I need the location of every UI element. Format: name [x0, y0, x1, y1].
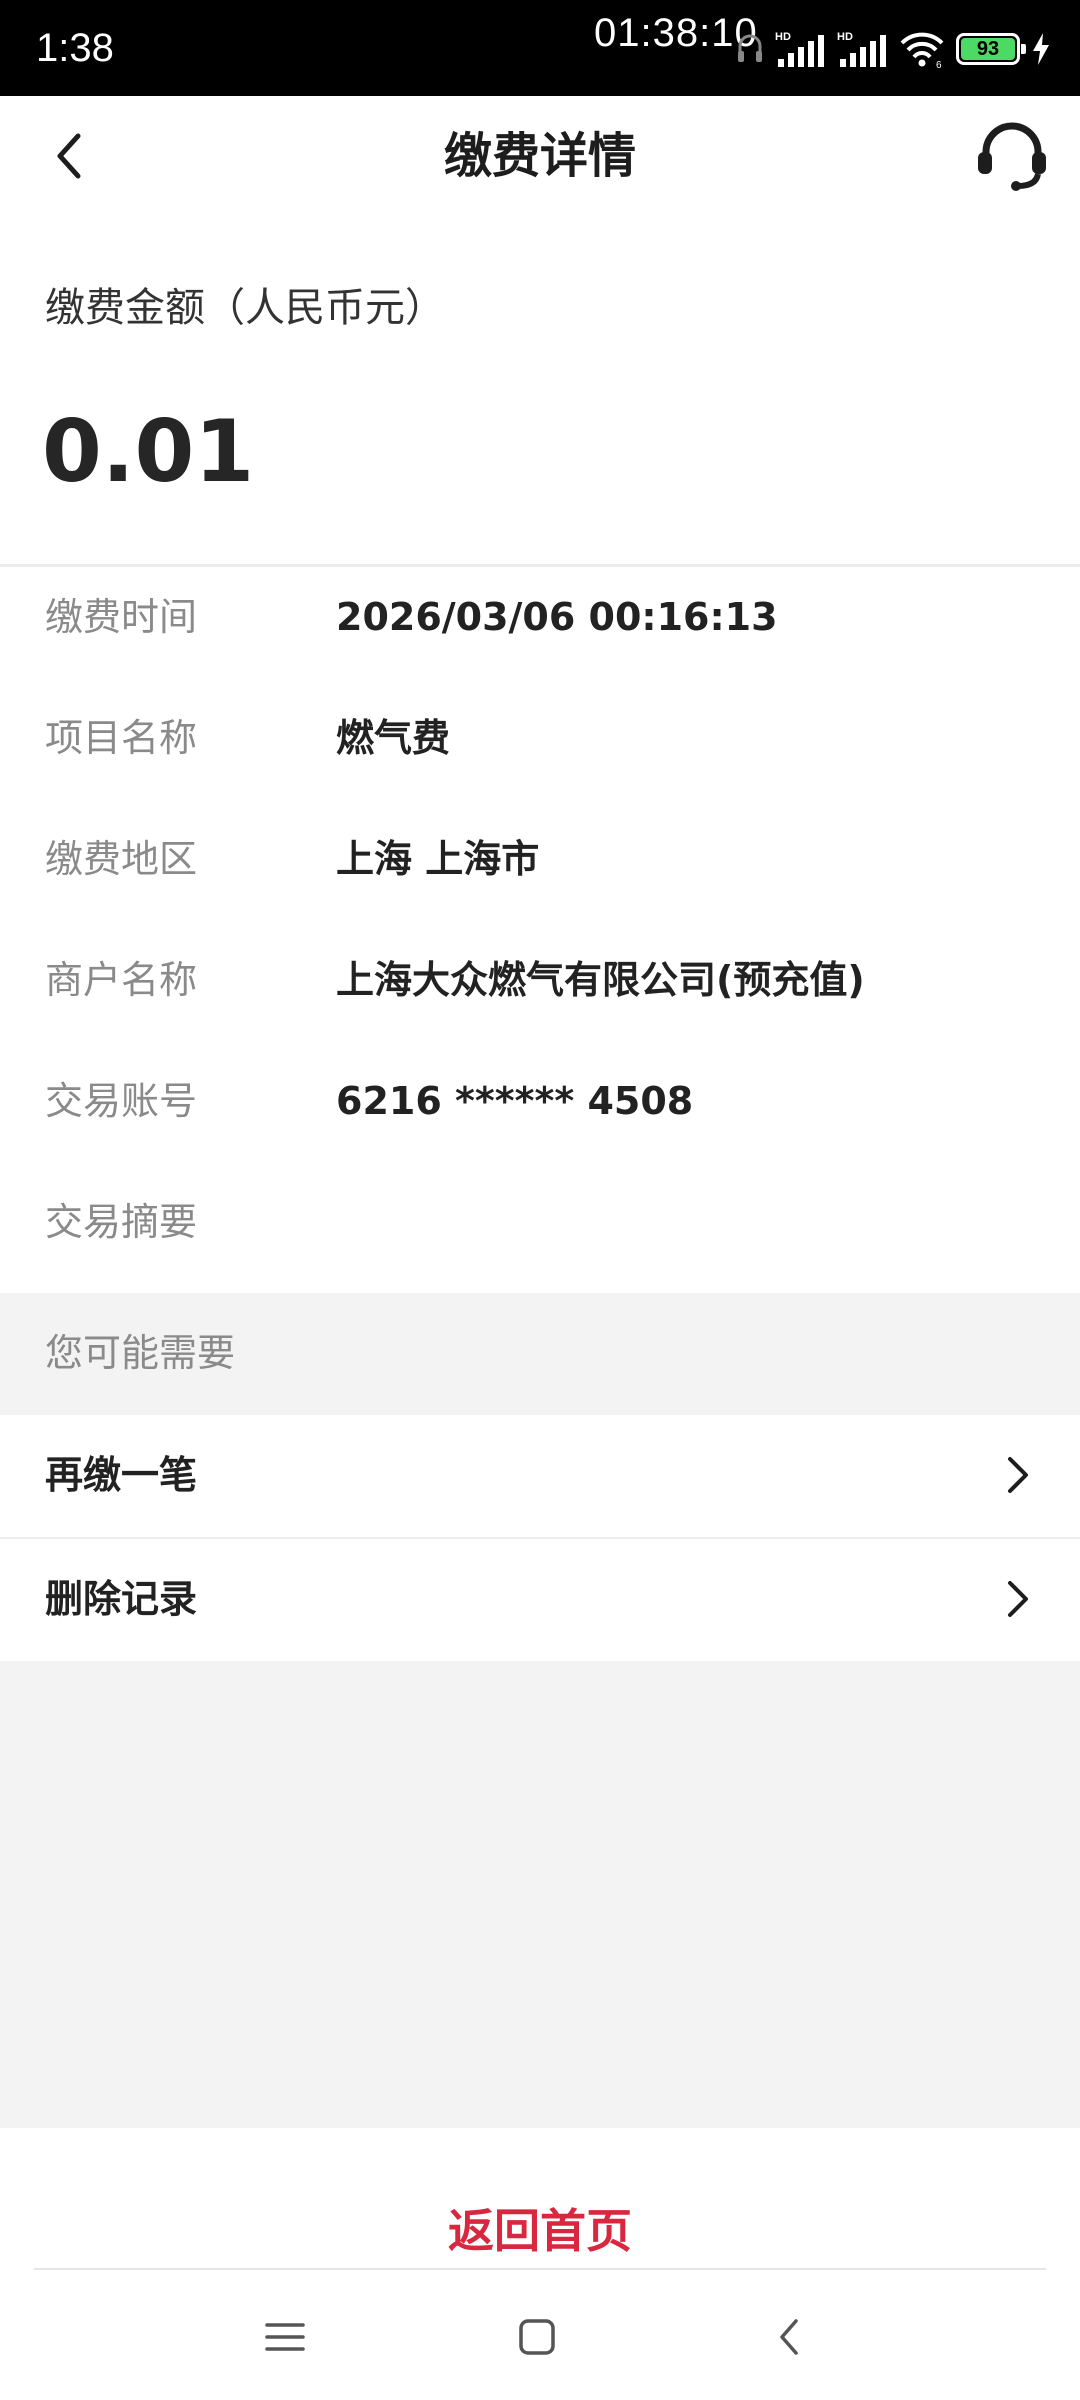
detail-label: 商户名称	[45, 958, 198, 1002]
delete-record-button[interactable]: 删除记录	[0, 1539, 1080, 1661]
detail-value: 上海大众燃气有限公司(预充值)	[336, 958, 865, 1002]
chevron-left-icon	[57, 133, 81, 179]
detail-value: 2026/03/06 00:16:13	[336, 595, 778, 639]
detail-label: 交易摘要	[45, 1200, 198, 1244]
detail-value: 上海 上海市	[336, 837, 540, 881]
detail-label: 缴费地区	[45, 837, 198, 881]
nav-menu-button[interactable]	[240, 2302, 330, 2372]
detail-row-account: 交易账号 6216 ****** 4508	[0, 1051, 1080, 1151]
battery-icon: 93	[956, 33, 1026, 65]
amount-card: 缴费金额（人民币元） 0.01	[0, 216, 1080, 564]
chevron-right-icon	[1008, 1581, 1028, 1617]
battery-level: 93	[976, 38, 1000, 60]
svg-text:6: 6	[936, 60, 942, 69]
charging-icon	[1033, 33, 1049, 65]
detail-label: 项目名称	[45, 716, 198, 760]
return-home-button[interactable]: 返回首页	[340, 2168, 740, 2288]
status-icons: HD HD 6 93	[736, 26, 1052, 72]
detail-value: 6216 ****** 4508	[336, 1079, 694, 1123]
pay-again-button[interactable]: 再缴一笔	[0, 1415, 1080, 1537]
nav-home-button[interactable]	[492, 2302, 582, 2372]
headset-indicator-icon	[738, 34, 762, 62]
customer-service-button[interactable]	[970, 114, 1054, 198]
payment-details: 缴费时间 2026/03/06 00:16:13 项目名称 燃气费 缴费地区 上…	[0, 567, 1080, 1293]
back-button[interactable]	[30, 116, 110, 196]
status-time: 1:38	[36, 26, 114, 70]
status-clock: 01:38:10	[594, 11, 758, 55]
menu-icon	[265, 2323, 305, 2351]
home-icon	[519, 2319, 555, 2355]
hd-signal-icon: HD	[775, 31, 824, 67]
nav-back-button[interactable]	[744, 2302, 834, 2372]
wifi-icon: 6	[900, 32, 944, 69]
header: 缴费详情	[0, 96, 1080, 216]
system-nav-bar	[0, 2290, 1080, 2380]
detail-value: 燃气费	[336, 716, 451, 760]
detail-label: 缴费时间	[45, 595, 198, 639]
svg-text:HD: HD	[837, 31, 853, 43]
hd-signal-icon: HD	[837, 31, 886, 67]
amount-value: 0.01	[42, 402, 255, 502]
amount-label: 缴费金额（人民币元）	[45, 285, 445, 331]
chevron-right-icon	[1008, 1457, 1028, 1493]
detail-label: 交易账号	[45, 1079, 198, 1123]
detail-row-merchant: 商户名称 上海大众燃气有限公司(预充值)	[0, 930, 1080, 1030]
detail-row-summary: 交易摘要	[0, 1172, 1080, 1272]
divider	[34, 2268, 1046, 2270]
action-label: 再缴一笔	[45, 1453, 198, 1497]
detail-row-region: 缴费地区 上海 上海市	[0, 809, 1080, 909]
action-label: 删除记录	[45, 1577, 198, 1621]
suggestions-heading: 您可能需要	[0, 1293, 1080, 1415]
headset-icon	[978, 122, 1046, 191]
detail-row-item-name: 项目名称 燃气费	[0, 688, 1080, 788]
status-bar: 1:38 01:38:10 HD HD 6 93	[0, 0, 1080, 96]
page-title: 缴费详情	[443, 128, 636, 184]
back-icon	[780, 2319, 798, 2355]
svg-text:HD: HD	[775, 31, 791, 43]
detail-row-payment-time: 缴费时间 2026/03/06 00:16:13	[0, 567, 1080, 667]
suggestions-heading-text: 您可能需要	[45, 1331, 236, 1375]
